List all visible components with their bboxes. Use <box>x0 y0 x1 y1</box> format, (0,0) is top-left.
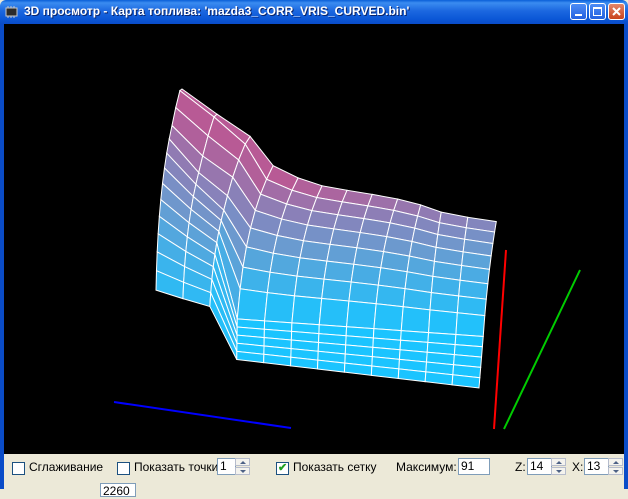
surface-cell <box>264 292 296 324</box>
x-label: X: <box>572 460 584 474</box>
close-button[interactable] <box>608 3 625 20</box>
surface-cell <box>346 300 377 330</box>
surface-cell <box>400 306 431 334</box>
checkmark-icon: ✔ <box>278 462 288 474</box>
x-axis-line <box>493 249 507 430</box>
x-spinner[interactable] <box>608 458 623 475</box>
surface-cell <box>293 275 325 300</box>
surface-cell <box>296 257 328 280</box>
surface-cell <box>373 303 404 332</box>
surface-cell <box>375 284 406 308</box>
surface-cell <box>428 309 458 336</box>
surface-cell <box>455 312 486 337</box>
minimize-button[interactable] <box>570 3 587 20</box>
cutoff-input[interactable]: 2260 <box>100 483 136 498</box>
surface-cell <box>348 281 379 305</box>
fuel-map-surface[interactable] <box>4 24 624 454</box>
close-icon <box>612 7 621 16</box>
y-axis-line <box>503 269 581 430</box>
z-axis-line <box>113 401 292 429</box>
surface-cell <box>451 374 481 389</box>
maximize-button[interactable] <box>589 3 606 20</box>
show-grid-checkbox[interactable]: ✔ <box>276 462 289 475</box>
maximum-input[interactable]: 91 <box>458 458 490 475</box>
z-spinner[interactable] <box>551 458 566 475</box>
surface-cell <box>236 288 268 322</box>
controls-toolbar: Сглаживание Показать точки 1 ✔ Показать … <box>4 454 624 498</box>
surface-cell <box>239 266 271 294</box>
title-bar[interactable]: 3D просмотр - Карта топлива: 'mazda3_COR… <box>0 0 628 24</box>
3d-viewport[interactable] <box>4 24 624 454</box>
z-input[interactable]: 14 <box>527 458 552 475</box>
surface-cell <box>291 295 323 326</box>
app-icon <box>5 6 18 18</box>
smoothing-checkbox[interactable] <box>12 462 25 475</box>
smoothing-label: Сглаживание <box>29 460 104 474</box>
show-grid-label: Показать сетку <box>293 460 377 474</box>
x-input[interactable]: 13 <box>584 458 609 475</box>
surface-cell <box>318 297 350 328</box>
surface-cell <box>266 271 298 297</box>
surface-cell <box>323 260 355 283</box>
surface-cell <box>429 292 460 314</box>
show-points-label: Показать точки <box>134 460 219 474</box>
points-size-spinner[interactable] <box>235 458 250 475</box>
surface-cell <box>350 263 382 286</box>
window-title: 3D просмотр - Карта топлива: 'mazda3_COR… <box>24 4 410 18</box>
maximize-icon <box>593 7 602 16</box>
maximum-label: Максимум: <box>396 460 457 474</box>
surface-cell <box>456 295 487 317</box>
minimize-icon <box>575 14 582 16</box>
show-points-checkbox[interactable] <box>117 462 130 475</box>
surface-cell <box>321 278 352 302</box>
points-size-input[interactable]: 1 <box>217 458 236 475</box>
z-label: Z: <box>515 460 526 474</box>
